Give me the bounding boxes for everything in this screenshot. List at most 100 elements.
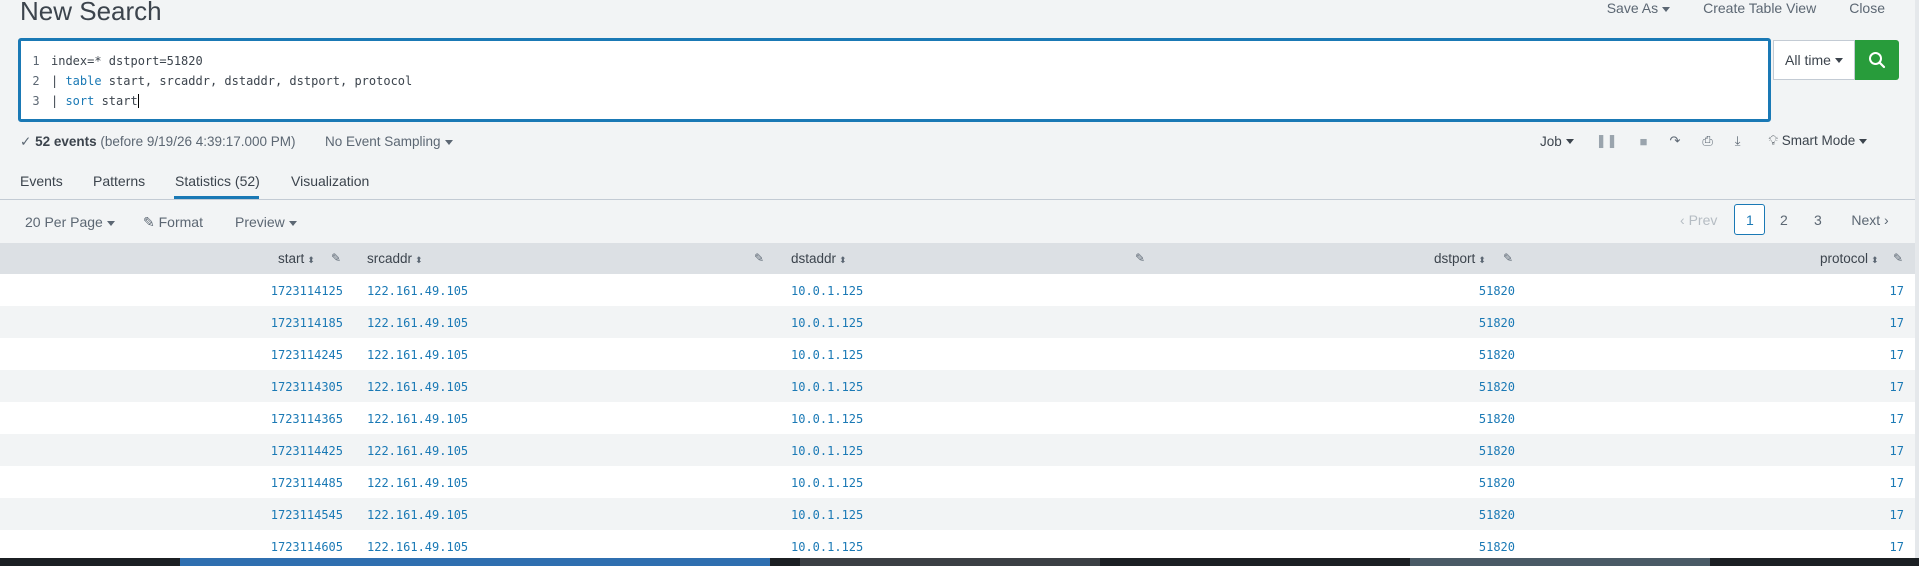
prev-page-button[interactable]: ‹ Prev [1680,212,1717,228]
query-text: | table start, srcaddr, dstaddr, dstport… [51,74,412,88]
cell-protocol[interactable]: 17 [1890,540,1904,554]
search-button[interactable] [1855,40,1899,80]
cell-start[interactable]: 1723114545 [271,508,343,522]
cell-dstaddr[interactable]: 10.0.1.125 [791,476,863,490]
taskbar-window[interactable] [180,558,770,566]
event-sampling-dropdown[interactable]: No Event Sampling [325,134,453,149]
cell-start[interactable]: 1723114605 [271,540,343,554]
cell-dstport[interactable]: 51820 [1479,444,1515,458]
caret-down-icon [444,139,453,145]
tab-statistics[interactable]: Statistics (52) [175,173,260,189]
column-header-label: dstport [1434,251,1476,266]
next-label: Next [1851,211,1881,228]
column-header-dstport[interactable]: dstport ⬍ [1434,251,1486,266]
cell-srcaddr[interactable]: 122.161.49.105 [367,316,468,330]
page-button[interactable]: 1 [1734,204,1766,235]
cell-dstaddr[interactable]: 10.0.1.125 [791,540,863,554]
cell-start[interactable]: 1723114125 [271,284,343,298]
preview-dropdown[interactable]: Preview [235,214,297,230]
tab-events[interactable]: Events [20,173,63,189]
page-button[interactable]: 2 [1768,204,1799,235]
cell-srcaddr[interactable]: 122.161.49.105 [367,412,468,426]
time-range-picker[interactable]: All time [1773,40,1855,80]
cell-start[interactable]: 1723114245 [271,348,343,362]
cell-dstport[interactable]: 51820 [1479,508,1515,522]
sort-icon: ⬍ [1478,255,1486,265]
table-body: 1723114125 122.161.49.105 10.0.1.125 51820 1… [0,274,1919,562]
edit-column-icon[interactable]: ✎ [1893,251,1903,265]
page-title: New Search [20,0,162,26]
time-range-label: All time [1785,52,1831,68]
taskbar-window[interactable] [800,558,1100,566]
cell-start[interactable]: 1723114305 [271,380,343,394]
cell-dstaddr[interactable]: 10.0.1.125 [791,412,863,426]
cell-dstport[interactable]: 51820 [1479,540,1515,554]
event-count: 52 events [35,134,97,149]
edit-column-icon[interactable]: ✎ [331,251,341,265]
cell-srcaddr[interactable]: 122.161.49.105 [367,540,468,554]
cell-start[interactable]: 1723114485 [271,476,343,490]
cell-dstport[interactable]: 51820 [1479,348,1515,362]
cell-srcaddr[interactable]: 122.161.49.105 [367,444,468,458]
cell-srcaddr[interactable]: 122.161.49.105 [367,476,468,490]
pause-icon[interactable]: ❚❚ [1596,133,1618,149]
cell-protocol[interactable]: 17 [1890,444,1904,458]
tab-patterns[interactable]: Patterns [93,173,145,189]
next-page-button[interactable]: Next › [1851,212,1888,228]
cell-dstaddr[interactable]: 10.0.1.125 [791,348,863,362]
prev-label: Prev [1688,211,1718,228]
edit-column-icon[interactable]: ✎ [1135,251,1145,265]
column-header-srcaddr[interactable]: srcaddr ⬍ [367,251,423,266]
tab-visualization[interactable]: Visualization [291,173,369,189]
cell-dstport[interactable]: 51820 [1479,380,1515,394]
column-header-protocol[interactable]: protocol ⬍ [1820,251,1879,266]
cell-protocol[interactable]: 17 [1890,380,1904,394]
text-cursor [137,94,139,109]
format-button[interactable]: ✎ Format [143,214,203,231]
column-header-dstaddr[interactable]: dstaddr ⬍ [791,251,847,266]
per-page-label: 20 Per Page [25,214,103,230]
cell-protocol[interactable]: 17 [1890,284,1904,298]
cell-protocol[interactable]: 17 [1890,508,1904,522]
edit-column-icon[interactable]: ✎ [1503,251,1513,265]
scrollbar[interactable] [1915,0,1919,558]
taskbar [0,558,1919,566]
cell-srcaddr[interactable]: 122.161.49.105 [367,348,468,362]
cell-dstaddr[interactable]: 10.0.1.125 [791,284,863,298]
cell-dstaddr[interactable]: 10.0.1.125 [791,316,863,330]
create-table-view-button[interactable]: Create Table View [1703,0,1816,16]
cell-srcaddr[interactable]: 122.161.49.105 [367,284,468,298]
cell-dstport[interactable]: 51820 [1479,316,1515,330]
cell-protocol[interactable]: 17 [1890,348,1904,362]
cell-protocol[interactable]: 17 [1890,316,1904,330]
column-header-label: srcaddr [367,251,413,266]
share-icon[interactable]: ↷ [1669,133,1680,149]
cell-dstaddr[interactable]: 10.0.1.125 [791,380,863,394]
close-button[interactable]: Close [1849,0,1885,16]
cell-protocol[interactable]: 17 [1890,412,1904,426]
cell-start[interactable]: 1723114185 [271,316,343,330]
job-dropdown[interactable]: Job [1540,134,1574,149]
export-icon[interactable]: ⤓ [1735,133,1741,149]
cell-start[interactable]: 1723114425 [271,444,343,458]
search-mode-label: Smart Mode [1781,133,1856,148]
save-as-dropdown[interactable]: Save As [1607,0,1671,16]
cell-dstaddr[interactable]: 10.0.1.125 [791,444,863,458]
stop-icon[interactable]: ■ [1640,134,1648,149]
cell-srcaddr[interactable]: 122.161.49.105 [367,380,468,394]
edit-column-icon[interactable]: ✎ [754,251,764,265]
per-page-dropdown[interactable]: 20 Per Page [25,214,115,230]
page-button[interactable]: 3 [1802,204,1833,235]
cell-protocol[interactable]: 17 [1890,476,1904,490]
column-header-start[interactable]: start ⬍ [278,251,315,266]
cell-dstaddr[interactable]: 10.0.1.125 [791,508,863,522]
search-mode-dropdown[interactable]: 💡︎ Smart Mode [1769,133,1868,149]
cell-srcaddr[interactable]: 122.161.49.105 [367,508,468,522]
cell-dstport[interactable]: 51820 [1479,476,1515,490]
print-icon[interactable]: ⎙ [1702,133,1712,149]
cell-dstport[interactable]: 51820 [1479,412,1515,426]
search-query-editor[interactable]: 1 index=* dstport=51820 2 | table start,… [18,38,1771,122]
cell-start[interactable]: 1723114365 [271,412,343,426]
cell-dstport[interactable]: 51820 [1479,284,1515,298]
taskbar-window[interactable] [1410,558,1710,566]
